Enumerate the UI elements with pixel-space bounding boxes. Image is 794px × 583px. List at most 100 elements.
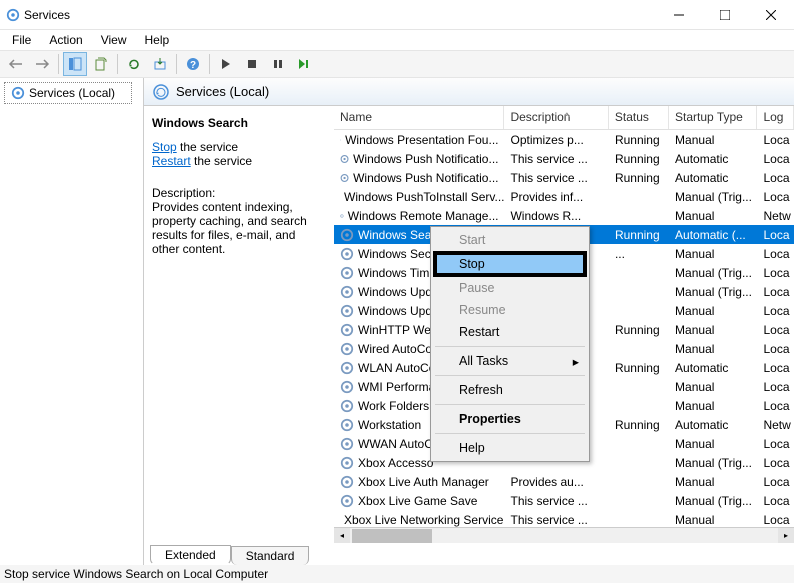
- cell-name: Wired AutoCo: [358, 342, 432, 356]
- stop-service-link[interactable]: Stop: [152, 140, 177, 154]
- cell-description: This service ...: [504, 171, 608, 185]
- gear-icon: [340, 361, 354, 375]
- cell-logon: Netw: [757, 418, 794, 432]
- gear-icon: [340, 171, 349, 185]
- cell-startup: Automatic: [669, 361, 757, 375]
- minimize-button[interactable]: [656, 0, 702, 30]
- menu-help[interactable]: Help: [137, 31, 178, 49]
- cell-name: Work Folders: [358, 399, 429, 413]
- tab-standard[interactable]: Standard: [231, 546, 310, 565]
- title-bar: Services: [0, 0, 794, 30]
- col-description[interactable]: Description: [504, 106, 608, 129]
- svg-text:?: ?: [190, 60, 196, 71]
- col-logon[interactable]: Log: [757, 106, 794, 129]
- pause-service-icon[interactable]: [266, 52, 290, 76]
- restart-service-icon[interactable]: [292, 52, 316, 76]
- cell-startup: Manual (Trig...: [669, 494, 757, 508]
- cell-logon: Netw: [757, 209, 794, 223]
- content-body: Windows Search Stop the service Restart …: [144, 106, 794, 543]
- cell-status: Running: [609, 171, 669, 185]
- gear-icon: [340, 304, 354, 318]
- cell-name: WWAN AutoC: [358, 437, 433, 451]
- service-row[interactable]: Windows PushToInstall Serv...Provides in…: [334, 187, 794, 206]
- context-menu: Start Stop Pause Resume Restart All Task…: [430, 226, 590, 462]
- forward-button[interactable]: [30, 52, 54, 76]
- ctx-stop[interactable]: Stop: [433, 251, 587, 277]
- content-header: Services (Local): [144, 78, 794, 106]
- cell-startup: Manual: [669, 399, 757, 413]
- cell-startup: Automatic (...: [669, 228, 757, 242]
- service-row[interactable]: Windows Remote Manage...Windows R...Manu…: [334, 206, 794, 225]
- cell-description: Provides inf...: [504, 190, 608, 204]
- ctx-refresh[interactable]: Refresh: [433, 379, 587, 401]
- scroll-left-button[interactable]: ◂: [334, 528, 350, 544]
- menu-view[interactable]: View: [93, 31, 135, 49]
- cell-status: Running: [609, 228, 669, 242]
- export-list-button[interactable]: [89, 52, 113, 76]
- service-row[interactable]: Windows Push Notificatio...This service …: [334, 168, 794, 187]
- cell-logon: Loca: [757, 361, 794, 375]
- menu-action[interactable]: Action: [41, 31, 90, 49]
- cell-logon: Loca: [757, 152, 794, 166]
- stop-service-icon[interactable]: [240, 52, 264, 76]
- maximize-button[interactable]: [702, 0, 748, 30]
- col-name[interactable]: Name^: [334, 106, 504, 129]
- service-row[interactable]: Xbox Live Game SaveThis service ...Manua…: [334, 491, 794, 510]
- ctx-pause[interactable]: Pause: [433, 277, 587, 299]
- scroll-right-button[interactable]: ▸: [778, 528, 794, 544]
- cell-startup: Automatic: [669, 152, 757, 166]
- cell-startup: Manual (Trig...: [669, 285, 757, 299]
- gear-icon: [340, 133, 341, 147]
- service-row[interactable]: Xbox Live Auth ManagerProvides au...Manu…: [334, 472, 794, 491]
- tab-extended[interactable]: Extended: [150, 545, 231, 565]
- cell-logon: Loca: [757, 304, 794, 318]
- close-button[interactable]: [748, 0, 794, 30]
- ctx-sep: [435, 404, 585, 405]
- tree-node-services-local[interactable]: Services (Local): [4, 82, 132, 104]
- scroll-thumb[interactable]: [352, 529, 432, 543]
- chevron-right-icon: ▸: [573, 354, 579, 369]
- ctx-all-tasks[interactable]: All Tasks▸: [433, 350, 587, 372]
- service-row[interactable]: Windows Presentation Fou...Optimizes p..…: [334, 130, 794, 149]
- cell-logon: Loca: [757, 456, 794, 470]
- service-row[interactable]: Windows Push Notificatio...This service …: [334, 149, 794, 168]
- back-button[interactable]: [4, 52, 28, 76]
- cell-description: This service ...: [504, 513, 608, 527]
- ctx-resume[interactable]: Resume: [433, 299, 587, 321]
- cell-status: Running: [609, 152, 669, 166]
- cell-startup: Manual: [669, 342, 757, 356]
- menu-bar: File Action View Help: [0, 30, 794, 50]
- cell-logon: Loca: [757, 494, 794, 508]
- refresh-button[interactable]: [122, 52, 146, 76]
- col-status[interactable]: Status: [609, 106, 669, 129]
- menu-file[interactable]: File: [4, 31, 39, 49]
- col-startup-type[interactable]: Startup Type: [669, 106, 757, 129]
- app-icon: [6, 8, 20, 22]
- cell-startup: Manual: [669, 323, 757, 337]
- cell-startup: Manual: [669, 513, 757, 527]
- start-service-icon[interactable]: [214, 52, 238, 76]
- cell-startup: Manual: [669, 437, 757, 451]
- export-button[interactable]: [148, 52, 172, 76]
- status-bar: Stop service Windows Search on Local Com…: [0, 565, 794, 583]
- cell-startup: Manual: [669, 475, 757, 489]
- horizontal-scrollbar[interactable]: ◂ ▸: [334, 527, 794, 543]
- refresh-circle-icon: [152, 83, 170, 101]
- cell-startup: Manual (Trig...: [669, 190, 757, 204]
- window-title: Services: [24, 8, 70, 22]
- ctx-help[interactable]: Help: [433, 437, 587, 459]
- detail-desc-label: Description:: [152, 186, 326, 200]
- ctx-restart[interactable]: Restart: [433, 321, 587, 343]
- cell-logon: Loca: [757, 399, 794, 413]
- service-row[interactable]: Xbox Live Networking ServiceThis service…: [334, 510, 794, 527]
- show-hide-tree-button[interactable]: [63, 52, 87, 76]
- restart-service-link[interactable]: Restart: [152, 154, 191, 168]
- cell-description: Optimizes p...: [504, 133, 608, 147]
- cell-name: Windows Upd: [358, 285, 432, 299]
- help-button[interactable]: ?: [181, 52, 205, 76]
- main-split: Services (Local) Services (Local) Window…: [0, 78, 794, 565]
- gear-icon: [340, 456, 354, 470]
- ctx-start[interactable]: Start: [433, 229, 587, 251]
- ctx-properties[interactable]: Properties: [433, 408, 587, 430]
- cell-startup: Manual: [669, 133, 757, 147]
